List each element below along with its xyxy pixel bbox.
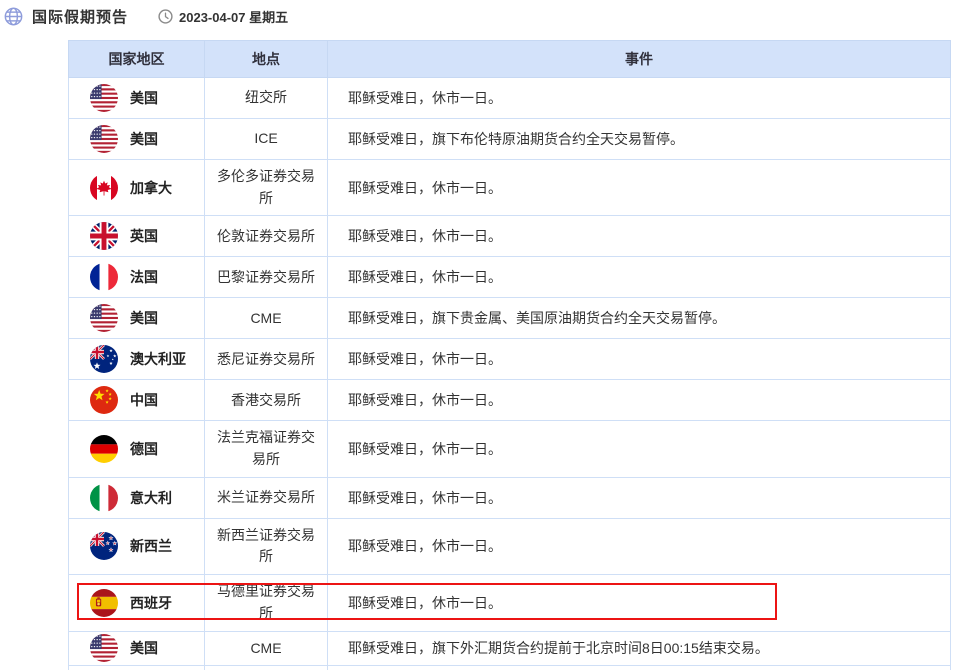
location-cell: 巴黎证券交易所 (205, 257, 328, 298)
location-cell: 法兰克福证券交易所 (205, 421, 328, 477)
page-header: 国际假期预告 2023-04-07 星期五 (4, 5, 288, 27)
country-cell: 新西兰 (69, 518, 205, 574)
table-row: 法国巴黎证券交易所耶稣受难日，休市一日。 (69, 666, 951, 670)
country-cell: 美国 (69, 298, 205, 339)
flag-icon-us (90, 84, 118, 112)
location-cell: CME (205, 631, 328, 666)
event-cell: 耶稣受难日，休市一日。 (328, 160, 951, 216)
table-row: 加拿大 多伦多证券交易所耶稣受难日，休市一日。 (69, 160, 951, 216)
location-cell: 悉尼证券交易所 (205, 339, 328, 380)
table-row: 美国 CME耶稣受难日，旗下外汇期货合约提前于北京时间8日00:15结束交易。 (69, 631, 951, 666)
country-name: 美国 (130, 308, 158, 328)
event-cell: 耶稣受难日，休市一日。 (328, 575, 951, 631)
country-cell: 美国 (69, 78, 205, 119)
event-cell: 耶稣受难日，休市一日。 (328, 477, 951, 518)
table-row: 新西兰 新西兰证券交易所耶稣受难日，休市一日。 (69, 518, 951, 574)
flag-icon-us (90, 304, 118, 332)
location-cell: 巴黎证券交易所 (205, 666, 328, 670)
flag-icon-it (90, 484, 118, 512)
flag-icon-us (90, 125, 118, 153)
event-cell: 耶稣受难日，休市一日。 (328, 257, 951, 298)
event-cell: 耶稣受难日，旗下外汇期货合约提前于北京时间8日00:15结束交易。 (328, 631, 951, 666)
table-row: 中国 香港交易所耶稣受难日，休市一日。 (69, 380, 951, 421)
event-cell: 耶稣受难日，休市一日。 (328, 216, 951, 257)
flag-icon-au (90, 345, 118, 373)
event-cell: 耶稣受难日，休市一日。 (328, 78, 951, 119)
column-header-country: 国家地区 (69, 41, 205, 78)
country-name: 加拿大 (130, 178, 172, 198)
location-cell: 米兰证券交易所 (205, 477, 328, 518)
holiday-table-body: 美国纽交所耶稣受难日，休市一日。美国ICE耶稣受难日，旗下布伦特原油期货合约全天… (69, 78, 951, 670)
date-text: 2023-04-07 星期五 (179, 7, 288, 26)
location-cell: 多伦多证券交易所 (205, 160, 328, 216)
table-row: 西班牙 马德里证券交易所耶稣受难日，休市一日。 (69, 575, 951, 631)
table-header-row: 国家地区 地点 事件 (69, 41, 951, 78)
country-name: 美国 (130, 129, 158, 149)
event-cell: 耶稣受难日，休市一日。 (328, 339, 951, 380)
country-cell: 美国 (69, 631, 205, 666)
country-cell: 美国 (69, 119, 205, 160)
event-cell: 耶稣受难日，休市一日。 (328, 380, 951, 421)
table-row: 美国 纽交所耶稣受难日，休市一日。 (69, 78, 951, 119)
event-cell: 耶稣受难日，休市一日。 (328, 421, 951, 477)
flag-icon-us (90, 634, 118, 662)
country-cell: 法国 (69, 666, 205, 670)
flag-icon-ca (90, 174, 118, 202)
country-cell: 中国 (69, 380, 205, 421)
location-cell: 纽交所 (205, 78, 328, 119)
country-name: 美国 (130, 88, 158, 108)
globe-icon (4, 7, 23, 26)
country-cell: 英国 (69, 216, 205, 257)
country-cell: 德国 (69, 421, 205, 477)
table-row: 意大利 米兰证券交易所耶稣受难日，休市一日。 (69, 477, 951, 518)
holiday-table: 国家地区 地点 事件 美国纽交所耶稣受难日，休市一日。美国ICE耶稣受难日，旗下… (68, 40, 951, 670)
country-name: 美国 (130, 638, 158, 658)
column-header-event: 事件 (328, 41, 951, 78)
flag-icon-de (90, 435, 118, 463)
country-cell: 法国 (69, 257, 205, 298)
event-cell: 耶稣受难日，休市一日。 (328, 666, 951, 670)
event-cell: 耶稣受难日，休市一日。 (328, 518, 951, 574)
table-row: 美国 CME耶稣受难日，旗下贵金属、美国原油期货合约全天交易暂停。 (69, 298, 951, 339)
location-cell: 新西兰证券交易所 (205, 518, 328, 574)
page: 国际假期预告 2023-04-07 星期五 国家地区 地点 事件 美国纽交所耶稣… (0, 0, 954, 670)
table-row: 德国 法兰克福证券交易所耶稣受难日，休市一日。 (69, 421, 951, 477)
flag-icon-cn (90, 386, 118, 414)
location-cell: 马德里证券交易所 (205, 575, 328, 631)
country-name: 中国 (130, 390, 158, 410)
table-row: 法国 巴黎证券交易所耶稣受难日，休市一日。 (69, 257, 951, 298)
country-name: 法国 (130, 267, 158, 287)
country-cell: 西班牙 (69, 575, 205, 631)
location-cell: CME (205, 298, 328, 339)
page-title: 国际假期预告 (32, 6, 128, 27)
location-cell: 香港交易所 (205, 380, 328, 421)
location-cell: 伦敦证券交易所 (205, 216, 328, 257)
flag-icon-es (90, 589, 118, 617)
table-row: 英国 伦敦证券交易所耶稣受难日，休市一日。 (69, 216, 951, 257)
country-name: 英国 (130, 226, 158, 246)
table-row: 澳大利亚悉尼证券交易所耶稣受难日，休市一日。 (69, 339, 951, 380)
flag-icon-gb (90, 222, 118, 250)
clock-icon (158, 9, 173, 24)
country-name: 新西兰 (130, 536, 172, 556)
location-cell: ICE (205, 119, 328, 160)
flag-icon-nz (90, 532, 118, 560)
holiday-table-wrap: 国家地区 地点 事件 美国纽交所耶稣受难日，休市一日。美国ICE耶稣受难日，旗下… (68, 40, 950, 670)
event-cell: 耶稣受难日，旗下布伦特原油期货合约全天交易暂停。 (328, 119, 951, 160)
country-cell: 意大利 (69, 477, 205, 518)
country-name: 德国 (130, 439, 158, 459)
country-name: 澳大利亚 (130, 349, 186, 369)
country-name: 意大利 (130, 488, 172, 508)
country-cell: 加拿大 (69, 160, 205, 216)
country-name: 西班牙 (130, 593, 172, 613)
country-cell: 澳大利亚 (69, 339, 205, 380)
table-row: 美国 ICE耶稣受难日，旗下布伦特原油期货合约全天交易暂停。 (69, 119, 951, 160)
flag-icon-fr (90, 263, 118, 291)
column-header-location: 地点 (205, 41, 328, 78)
event-cell: 耶稣受难日，旗下贵金属、美国原油期货合约全天交易暂停。 (328, 298, 951, 339)
